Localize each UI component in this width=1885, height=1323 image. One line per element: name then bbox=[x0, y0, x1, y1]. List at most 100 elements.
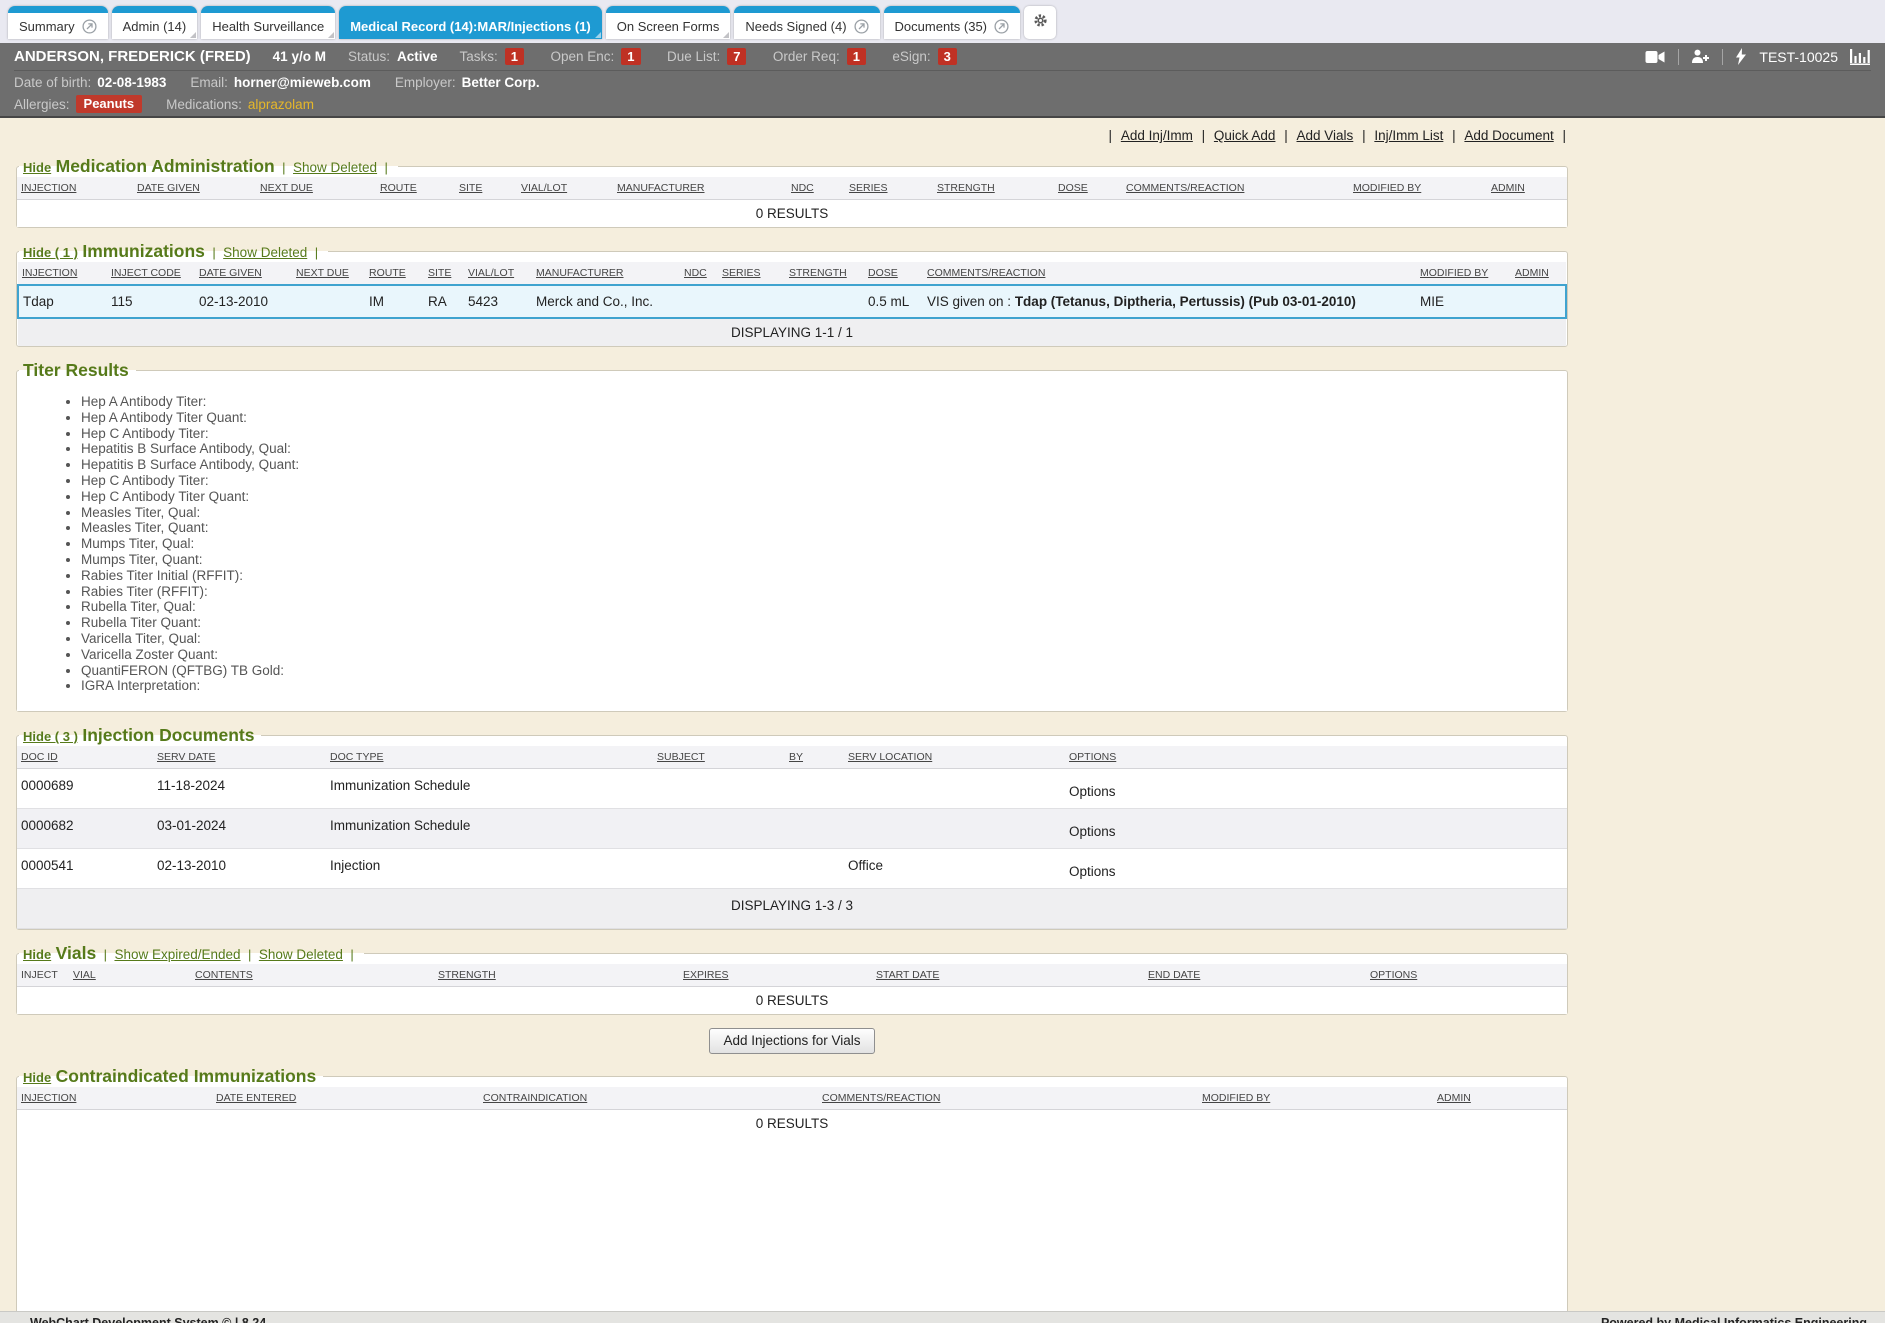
show-deleted-link[interactable]: Show Deleted bbox=[223, 245, 307, 260]
popout-icon[interactable] bbox=[994, 19, 1009, 34]
status-counter[interactable]: Due List: 7 bbox=[667, 48, 747, 65]
column-header[interactable]: VIAL/LOT bbox=[517, 177, 613, 200]
action-link[interactable]: Add Vials bbox=[1297, 128, 1354, 143]
column-header[interactable]: CONTRAINDICATION bbox=[479, 1087, 818, 1110]
action-link[interactable]: Inj/Imm List bbox=[1374, 128, 1443, 143]
column-header[interactable]: INJECTION bbox=[17, 177, 133, 200]
action-link[interactable]: Add Document bbox=[1464, 128, 1553, 143]
hide-link[interactable]: Hide bbox=[23, 160, 51, 175]
count-badge[interactable]: 1 bbox=[621, 48, 640, 65]
hide-link[interactable]: Hide bbox=[23, 1070, 51, 1085]
settings-tab[interactable] bbox=[1024, 6, 1056, 39]
status-counter[interactable]: eSign: 3 bbox=[892, 48, 957, 65]
column-header[interactable]: DOC TYPE bbox=[326, 746, 653, 769]
column-header[interactable]: MANUFACTURER bbox=[613, 177, 787, 200]
tab[interactable]: On Screen Forms bbox=[606, 6, 731, 39]
show-deleted-link[interactable]: Show Deleted bbox=[293, 160, 377, 175]
tab[interactable]: Documents (35) bbox=[884, 6, 1020, 39]
column-header[interactable]: ROUTE bbox=[376, 177, 455, 200]
popout-icon[interactable] bbox=[82, 19, 97, 34]
column-header[interactable]: START DATE bbox=[872, 964, 1144, 987]
allergy-badge[interactable]: Peanuts bbox=[76, 95, 143, 113]
column-header[interactable]: DOSE bbox=[864, 262, 923, 285]
column-header[interactable]: COMMENTS/REACTION bbox=[923, 262, 1416, 285]
column-header[interactable]: INJECTION bbox=[18, 262, 107, 285]
column-header[interactable]: SERIES bbox=[845, 177, 933, 200]
tab[interactable]: Needs Signed (4) bbox=[734, 6, 879, 39]
column-header[interactable]: SERV LOCATION bbox=[844, 746, 1065, 769]
column-header[interactable]: MANUFACTURER bbox=[532, 262, 680, 285]
column-header[interactable]: MODIFIED BY bbox=[1349, 177, 1487, 200]
count-badge[interactable]: 7 bbox=[727, 48, 746, 65]
column-header[interactable]: SERV DATE bbox=[153, 746, 326, 769]
column-header[interactable]: SERIES bbox=[718, 262, 785, 285]
options-link[interactable]: Options bbox=[1069, 824, 1116, 839]
column-header[interactable]: VIAL bbox=[69, 964, 191, 987]
column-header[interactable]: ROUTE bbox=[365, 262, 424, 285]
lightning-icon[interactable] bbox=[1735, 48, 1747, 65]
column-header[interactable]: NEXT DUE bbox=[292, 262, 365, 285]
document-row[interactable]: 0000682 03-01-2024 Immunization Schedule… bbox=[17, 809, 1567, 849]
patient-name: ANDERSON, FREDERICK (FRED) bbox=[14, 48, 251, 65]
column-header[interactable]: END DATE bbox=[1144, 964, 1366, 987]
status-counter[interactable]: Open Enc: 1 bbox=[550, 48, 640, 65]
column-header[interactable]: SITE bbox=[424, 262, 464, 285]
column-header[interactable]: MODIFIED BY bbox=[1198, 1087, 1433, 1110]
column-header[interactable]: VIAL/LOT bbox=[464, 262, 532, 285]
hide-link[interactable]: Hide bbox=[23, 947, 51, 962]
hide-link[interactable]: Hide ( 1 ) bbox=[23, 245, 78, 260]
show-deleted-link[interactable]: Show Deleted bbox=[259, 947, 343, 962]
column-header[interactable]: EXPIRES bbox=[679, 964, 872, 987]
column-header[interactable]: INJECT CODE bbox=[107, 262, 195, 285]
video-camera-icon[interactable] bbox=[1645, 50, 1666, 64]
options-link[interactable]: Options bbox=[1069, 864, 1116, 879]
immunization-row[interactable]: Tdap 115 02-13-2010 IM RA 5423 Merck and… bbox=[18, 285, 1566, 318]
column-header[interactable]: DOSE bbox=[1054, 177, 1122, 200]
column-header[interactable]: CONTENTS bbox=[191, 964, 434, 987]
status-counter[interactable]: Order Req: 1 bbox=[773, 48, 866, 65]
column-header[interactable]: STRENGTH bbox=[933, 177, 1054, 200]
document-row[interactable]: 0000689 11-18-2024 Immunization Schedule… bbox=[17, 769, 1567, 809]
add-injections-for-vials-button[interactable]: Add Injections for Vials bbox=[709, 1028, 874, 1054]
bar-chart-icon[interactable] bbox=[1850, 48, 1871, 65]
tab[interactable]: Health Surveillance bbox=[201, 6, 335, 39]
count-badge[interactable]: 1 bbox=[847, 48, 866, 65]
count-badge[interactable]: 1 bbox=[505, 48, 524, 65]
add-person-icon[interactable] bbox=[1691, 49, 1710, 64]
column-header[interactable]: DOC ID bbox=[17, 746, 153, 769]
column-header[interactable]: COMMENTS/REACTION bbox=[1122, 177, 1349, 200]
column-header[interactable]: NDC bbox=[680, 262, 718, 285]
status-counter[interactable]: Tasks: 1 bbox=[460, 48, 525, 65]
column-header[interactable]: SUBJECT bbox=[653, 746, 785, 769]
column-header[interactable]: ADMIN bbox=[1433, 1087, 1567, 1110]
column-header[interactable]: INJECT bbox=[17, 964, 69, 987]
action-link[interactable]: Quick Add bbox=[1214, 128, 1276, 143]
tab[interactable]: Summary bbox=[8, 6, 108, 39]
column-header[interactable]: NDC bbox=[787, 177, 845, 200]
count-badge[interactable]: 3 bbox=[938, 48, 957, 65]
column-header[interactable]: ADMIN bbox=[1511, 262, 1566, 285]
column-header[interactable]: NEXT DUE bbox=[256, 177, 376, 200]
column-header[interactable]: OPTIONS bbox=[1366, 964, 1567, 987]
column-header[interactable]: COMMENTS/REACTION bbox=[818, 1087, 1198, 1110]
tab[interactable]: Admin (14) bbox=[112, 6, 198, 39]
column-header[interactable]: SITE bbox=[455, 177, 517, 200]
column-header[interactable]: DATE ENTERED bbox=[212, 1087, 479, 1110]
column-header[interactable]: INJECTION bbox=[17, 1087, 212, 1110]
column-header[interactable]: BY bbox=[785, 746, 844, 769]
column-header[interactable]: STRENGTH bbox=[785, 262, 864, 285]
column-header[interactable]: STRENGTH bbox=[434, 964, 679, 987]
column-header[interactable]: ADMIN bbox=[1487, 177, 1567, 200]
column-header[interactable]: MODIFIED BY bbox=[1416, 262, 1511, 285]
tab[interactable]: Medical Record (14):MAR/Injections (1) bbox=[339, 6, 602, 39]
column-header[interactable]: DATE GIVEN bbox=[133, 177, 256, 200]
column-header[interactable]: OPTIONS bbox=[1065, 746, 1567, 769]
show-expired-link[interactable]: Show Expired/Ended bbox=[114, 947, 240, 962]
action-link[interactable]: Add Inj/Imm bbox=[1121, 128, 1193, 143]
document-row[interactable]: 0000541 02-13-2010 Injection Office Opti… bbox=[17, 849, 1567, 889]
options-link[interactable]: Options bbox=[1069, 784, 1116, 799]
column-header[interactable]: DATE GIVEN bbox=[195, 262, 292, 285]
medication-link[interactable]: alprazolam bbox=[248, 97, 314, 112]
popout-icon[interactable] bbox=[854, 19, 869, 34]
hide-link[interactable]: Hide ( 3 ) bbox=[23, 729, 78, 744]
